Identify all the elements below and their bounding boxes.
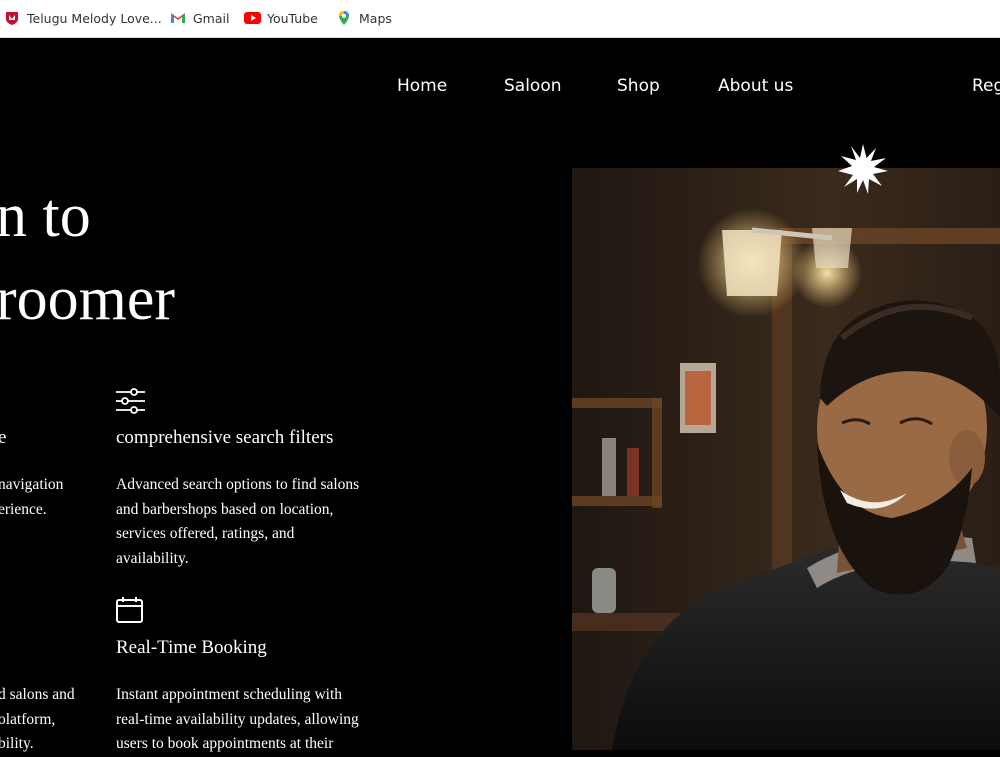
feature-title-search-filters: comprehensive search filters [116, 427, 334, 448]
feature-text-partial-1: navigation erience. [0, 473, 63, 522]
maps-pin-icon [336, 10, 352, 26]
text-line: and barbershops based on location, [116, 500, 334, 518]
bookmark-maps[interactable]: Maps [336, 8, 392, 28]
bookmark-label: Maps [359, 10, 392, 26]
text-line: Instant appointment scheduling with [116, 686, 343, 703]
nav-shop[interactable]: Shop [617, 76, 660, 96]
hero-heading-line-2: roomer [0, 265, 176, 333]
nav-about-us[interactable]: About us [718, 76, 793, 96]
gmail-icon [170, 10, 186, 26]
text-line: real-time availability updates, allowing [116, 710, 359, 728]
bookmark-gmail[interactable]: Gmail [170, 8, 229, 28]
bookmark-label: Telugu Melody Love... [27, 10, 162, 26]
feature-title-real-time-booking: Real-Time Booking [116, 637, 267, 658]
bookmark-telugu-melody[interactable]: Telugu Melody Love... [4, 8, 162, 28]
hero-heading-line-1: n to [0, 182, 91, 250]
filter-sliders-icon [115, 387, 145, 419]
feature-text-partial-2: d salons and olatform, bility. [0, 683, 75, 757]
text-line: bility. [0, 735, 34, 752]
text-line: services offered, ratings, and [116, 525, 295, 542]
text-line: Advanced search options to find salons [116, 476, 360, 493]
text-line: navigation [0, 476, 64, 493]
nav-home[interactable]: Home [397, 76, 447, 96]
text-line: erience. [0, 500, 47, 518]
bookmark-youtube[interactable]: YouTube [244, 8, 318, 28]
mcafee-shield-icon [4, 10, 20, 26]
bookmarks-bar: Telugu Melody Love... Gmail YouTube Maps [0, 0, 1000, 38]
text-line: users to book appointments at their [116, 735, 334, 752]
text-line: availability. [116, 549, 189, 567]
nav-register[interactable]: Reg [972, 76, 1000, 96]
bookmark-label: YouTube [267, 10, 318, 26]
hero-photo [572, 168, 1000, 750]
feature-title-partial: e [0, 427, 7, 448]
youtube-icon [244, 10, 261, 26]
feature-text-real-time-booking: Instant appointment scheduling with real… [116, 683, 406, 757]
bookmark-label: Gmail [193, 10, 230, 26]
text-line: d salons and [0, 686, 75, 703]
feature-text-search-filters: Advanced search options to find salons a… [116, 473, 406, 571]
text-line: olatform, [0, 710, 56, 728]
calendar-icon [115, 596, 144, 628]
nav-saloon[interactable]: Saloon [504, 76, 562, 96]
sparkle-star-icon [838, 144, 888, 198]
